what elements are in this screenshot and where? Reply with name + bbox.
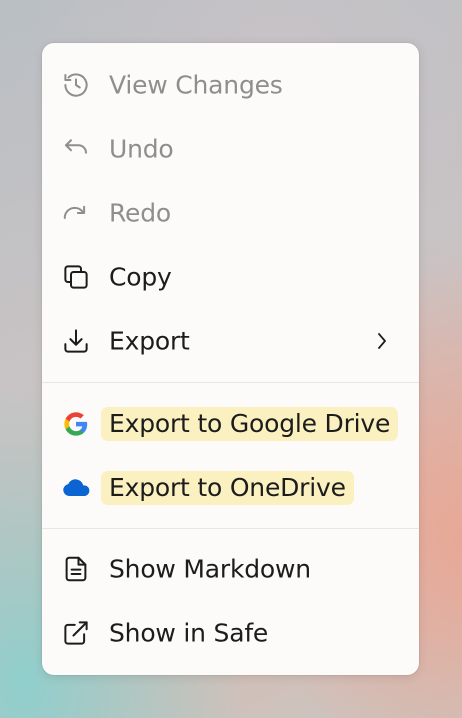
menu-item-view-changes[interactable]: View Changes [42,57,419,113]
chevron-right-icon [375,331,389,351]
menu-item-label: Show in Safe [109,618,269,648]
menu-item-export-onedrive[interactable]: Export to OneDrive [42,460,419,516]
menu-item-label: Show Markdown [109,554,311,584]
download-icon [60,325,92,357]
menu-divider [42,528,419,529]
google-drive-icon [60,408,92,440]
context-menu: View Changes Undo Redo Copy Export Expor… [42,43,419,675]
document-icon [60,553,92,585]
menu-item-export[interactable]: Export [42,313,419,369]
menu-item-export-google-drive[interactable]: Export to Google Drive [42,396,419,452]
copy-icon [60,261,92,293]
menu-item-show-markdown[interactable]: Show Markdown [42,541,419,597]
history-icon [60,69,92,101]
menu-item-label: Export to Google Drive [101,407,399,441]
menu-item-label: Copy [109,262,172,292]
onedrive-icon [60,472,92,504]
menu-item-redo[interactable]: Redo [42,185,419,241]
menu-item-label: View Changes [109,70,283,100]
menu-divider [42,382,419,383]
menu-item-label: Export [109,326,190,356]
menu-item-undo[interactable]: Undo [42,121,419,177]
menu-item-copy[interactable]: Copy [42,249,419,305]
menu-item-show-in-safe[interactable]: Show in Safe [42,605,419,661]
menu-item-label: Export to OneDrive [101,471,354,505]
external-link-icon [60,617,92,649]
redo-icon [60,197,92,229]
menu-item-label: Redo [109,198,171,228]
undo-icon [60,133,92,165]
menu-item-label: Undo [109,134,174,164]
